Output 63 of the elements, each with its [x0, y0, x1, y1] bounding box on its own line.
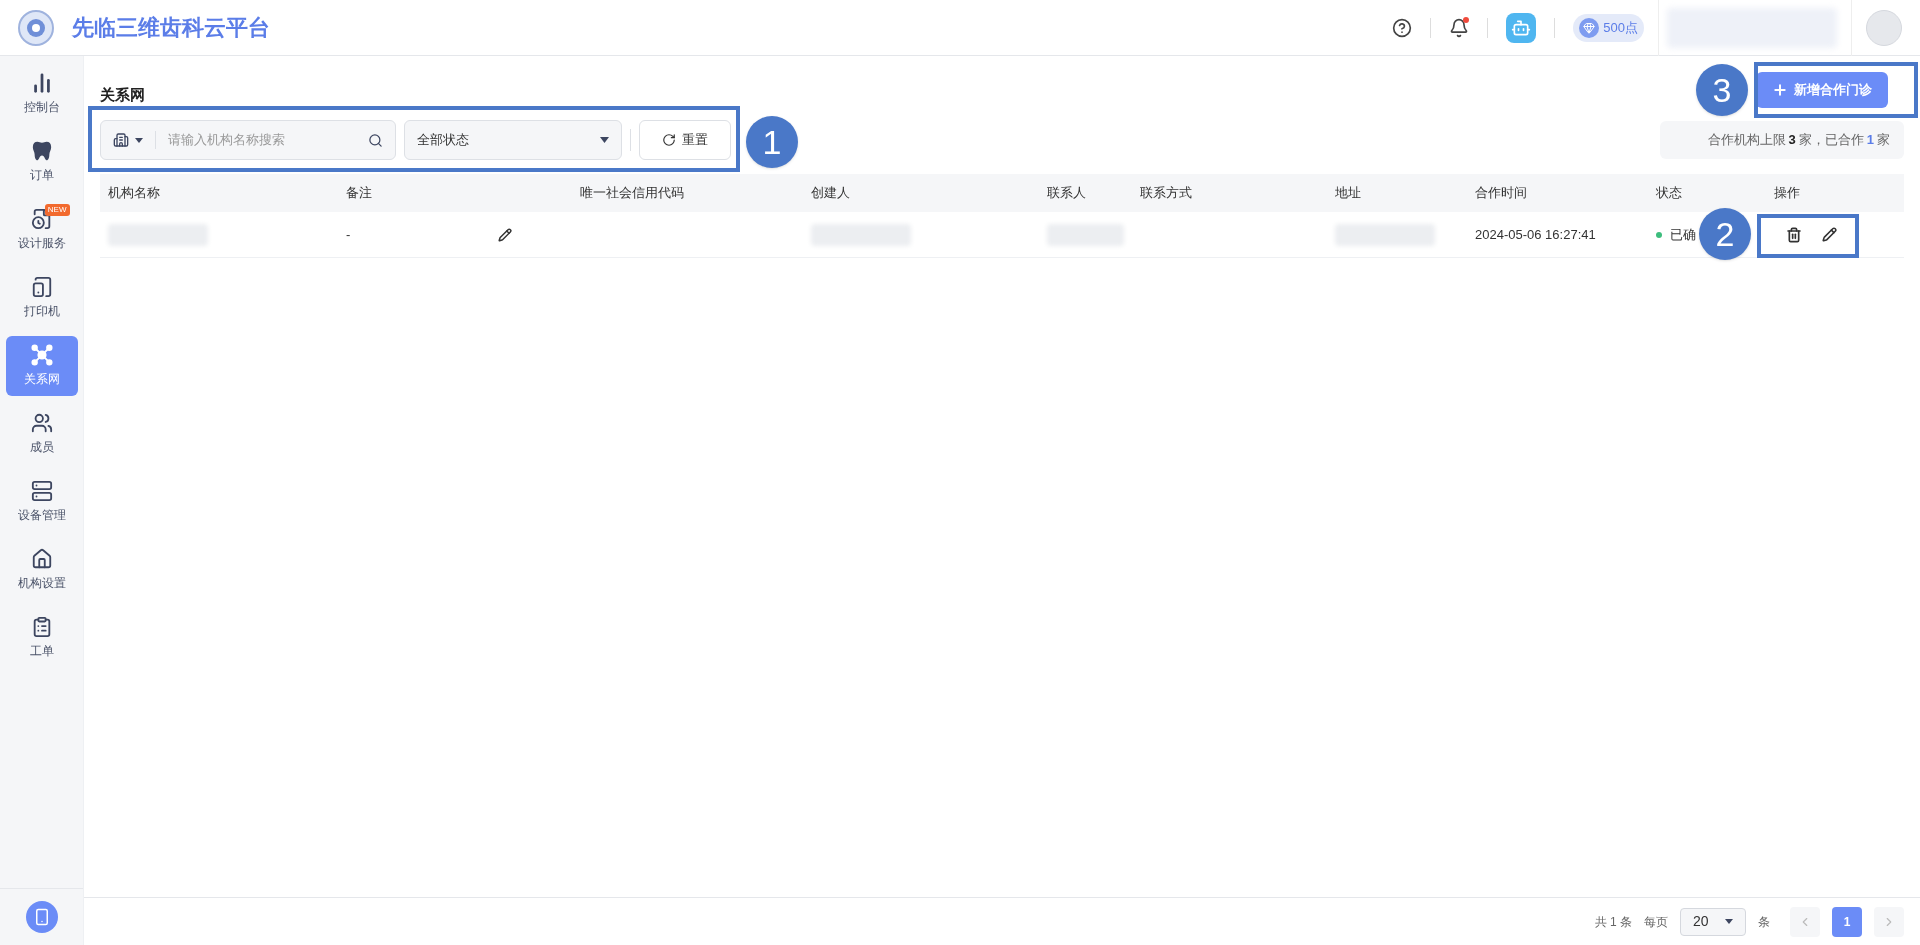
- search-icon: [368, 132, 383, 148]
- column-header: 唯一社会信用代码: [580, 184, 684, 203]
- logo-icon: [18, 9, 54, 46]
- search-input[interactable]: 请输入机构名称搜索: [168, 130, 368, 150]
- server-icon: [30, 480, 53, 502]
- status-text: 已确: [1670, 225, 1696, 244]
- building-icon: [113, 132, 129, 148]
- annotation-marker: 2: [1699, 208, 1751, 260]
- sidebar-item[interactable]: NEW 设计服务: [5, 200, 78, 260]
- search-field[interactable]: 请输入机构名称搜索: [100, 120, 396, 160]
- points-text: 500点: [1603, 18, 1638, 37]
- users-icon: [30, 412, 53, 434]
- trash-icon: [1786, 226, 1802, 243]
- edit-button[interactable]: [1822, 227, 1837, 242]
- quota-info: 合作机构上限 3 家，已合作 1 家: [1660, 121, 1904, 159]
- annotation-marker: 3: [1696, 64, 1748, 116]
- app-title: 先临三维齿科云平台: [72, 14, 270, 42]
- pencil-icon: [498, 227, 512, 242]
- column-header: 联系方式: [1140, 184, 1192, 203]
- tooth-icon: [30, 140, 53, 162]
- sidebar-item[interactable]: 设备管理: [5, 472, 78, 532]
- plus-icon: [1772, 82, 1788, 98]
- column-header: 操作: [1774, 184, 1800, 203]
- edit-note-button[interactable]: [498, 227, 512, 242]
- sidebar-item[interactable]: 成员: [5, 404, 78, 464]
- status-select[interactable]: 全部状态: [404, 120, 622, 160]
- table-cell-text: 2024-05-06 16:27:41: [1475, 225, 1596, 244]
- sidebar-item[interactable]: 打印机: [5, 268, 78, 328]
- column-header: 合作时间: [1475, 184, 1527, 203]
- annotation-marker: 1: [746, 116, 798, 168]
- sidebar-item[interactable]: 控制台: [5, 64, 78, 124]
- note-text: -: [346, 225, 351, 244]
- help-icon: [1392, 17, 1413, 38]
- page-size-select[interactable]: 20: [1680, 907, 1746, 936]
- column-header: 创建人: [811, 184, 850, 203]
- sidebar-item[interactable]: 机构设置: [5, 540, 78, 600]
- help-button[interactable]: [1392, 17, 1413, 38]
- caret-icon: [1725, 919, 1733, 924]
- caret-icon: [600, 137, 609, 143]
- gem-icon: [1583, 21, 1596, 34]
- pencil-icon: [1822, 227, 1837, 242]
- total-count: 共 1 条: [1594, 913, 1632, 931]
- notification-button[interactable]: [1449, 17, 1470, 38]
- column-header: 状态: [1656, 184, 1682, 203]
- device-icon: [30, 276, 53, 298]
- delete-button[interactable]: [1786, 226, 1802, 243]
- house-icon: [30, 548, 53, 570]
- network-icon: [30, 344, 53, 366]
- sidebar-item[interactable]: 工单: [5, 608, 78, 668]
- sidebar-item[interactable]: 订单: [5, 132, 78, 192]
- new-badge: NEW: [44, 204, 70, 216]
- column-header: 备注: [346, 184, 372, 203]
- caret-icon: [135, 137, 143, 143]
- column-header: 联系人: [1047, 184, 1086, 203]
- refresh-icon: [662, 133, 676, 147]
- reset-button[interactable]: 重置: [639, 120, 731, 160]
- unit-label: 条: [1758, 913, 1770, 931]
- bell-icon: [1449, 17, 1470, 38]
- column-header: 机构名称: [108, 184, 160, 203]
- mobile-app-button[interactable]: [25, 901, 58, 933]
- page-title: 关系网: [100, 85, 145, 105]
- column-header: 地址: [1335, 184, 1361, 203]
- per-page-label: 每页: [1644, 913, 1668, 931]
